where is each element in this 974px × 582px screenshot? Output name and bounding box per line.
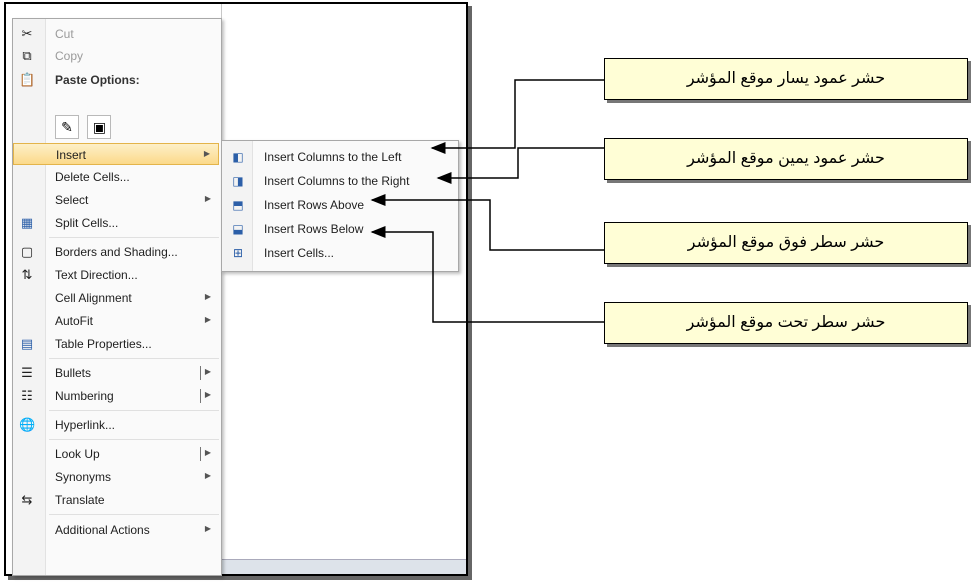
arrow-rows-above [370,194,604,251]
arrow-columns-left [430,79,604,154]
callout-insert-column-left: حشر عمود يسار موقع المؤشر [604,58,968,100]
callout-insert-row-above: حشر سطر فوق موقع المؤشر [604,222,968,264]
arrow-columns-right [436,147,604,184]
callout-insert-row-below: حشر سطر تحت موقع المؤشر [604,302,968,344]
callout-insert-column-right: حشر عمود يمين موقع المؤشر [604,138,968,180]
arrow-rows-below [370,226,604,323]
